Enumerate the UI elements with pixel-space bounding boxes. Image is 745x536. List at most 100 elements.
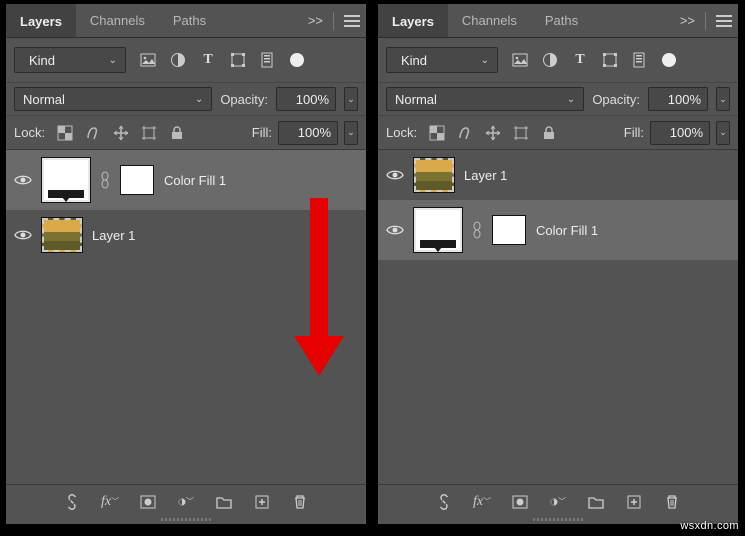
layer-row[interactable]: Layer 1	[6, 210, 366, 260]
layer-row[interactable]: Color Fill 1	[6, 150, 366, 210]
filter-adjust-icon[interactable]	[170, 52, 186, 68]
blend-mode-label: Normal	[395, 92, 437, 107]
panel-menu-icon[interactable]	[716, 15, 732, 27]
fill-stepper[interactable]: ⌄	[716, 121, 730, 145]
filter-toggle-icon[interactable]	[290, 53, 304, 67]
filter-kind-dropdown[interactable]: Kind ⌄	[386, 47, 498, 73]
layer-thumbnail[interactable]	[414, 158, 454, 192]
collapse-button[interactable]: >>	[308, 13, 323, 28]
chevron-down-icon: ⌄	[195, 94, 203, 105]
blend-mode-dropdown[interactable]: Normal ⌄	[386, 87, 584, 111]
layer-thumbnail[interactable]	[42, 218, 82, 252]
lock-all-icon[interactable]	[541, 125, 557, 141]
filter-smart-icon[interactable]	[260, 52, 276, 68]
new-layer-icon[interactable]	[254, 494, 270, 510]
panel-tabs: Layers Channels Paths >>	[378, 4, 738, 38]
link-mask-icon[interactable]	[472, 219, 482, 241]
panel-menu-icon[interactable]	[344, 15, 360, 27]
opacity-field[interactable]: 100%	[648, 87, 708, 111]
chevron-down-icon: ⌄	[109, 55, 117, 66]
lock-position-icon[interactable]	[485, 125, 501, 141]
visibility-toggle-icon[interactable]	[386, 166, 404, 184]
link-mask-icon[interactable]	[100, 169, 110, 191]
new-group-icon[interactable]	[216, 494, 232, 510]
layer-name[interactable]: Color Fill 1	[164, 173, 226, 188]
lock-label: Lock:	[14, 125, 45, 140]
layer-mask-thumbnail[interactable]	[492, 215, 526, 245]
tab-paths[interactable]: Paths	[531, 4, 592, 37]
add-mask-icon[interactable]	[512, 494, 528, 510]
new-group-icon[interactable]	[588, 494, 604, 510]
blend-row: Normal ⌄ Opacity: 100% ⌄	[6, 82, 366, 116]
opacity-field[interactable]: 100%	[276, 87, 336, 111]
filter-toggle-icon[interactable]	[662, 53, 676, 67]
layer-effects-icon[interactable]: fx﹀	[474, 494, 490, 510]
filter-pixel-icon[interactable]	[512, 52, 528, 68]
visibility-toggle-icon[interactable]	[14, 171, 32, 189]
new-layer-icon[interactable]	[626, 494, 642, 510]
layer-row[interactable]: Color Fill 1	[378, 200, 738, 260]
tab-paths[interactable]: Paths	[159, 4, 220, 37]
filter-kind-label: Kind	[401, 53, 427, 68]
filter-kind-dropdown[interactable]: Kind ⌄	[14, 47, 126, 73]
filter-smart-icon[interactable]	[632, 52, 648, 68]
fill-field[interactable]: 100%	[650, 121, 710, 145]
visibility-toggle-icon[interactable]	[14, 226, 32, 244]
filter-type-icon[interactable]: T	[200, 52, 216, 68]
layer-thumbnail[interactable]	[414, 208, 462, 252]
lock-image-icon[interactable]	[457, 125, 473, 141]
add-mask-icon[interactable]	[140, 494, 156, 510]
layer-name[interactable]: Layer 1	[92, 228, 135, 243]
layer-mask-thumbnail[interactable]	[120, 165, 154, 195]
blend-row: Normal ⌄ Opacity: 100% ⌄	[378, 82, 738, 116]
fill-field[interactable]: 100%	[278, 121, 338, 145]
lock-all-icon[interactable]	[169, 125, 185, 141]
visibility-toggle-icon[interactable]	[386, 221, 404, 239]
layer-thumbnail[interactable]	[42, 158, 90, 202]
lock-position-icon[interactable]	[113, 125, 129, 141]
delete-layer-icon[interactable]	[664, 494, 680, 510]
layer-effects-icon[interactable]: fx﹀	[102, 494, 118, 510]
filter-row: Kind ⌄ T	[6, 38, 366, 82]
delete-layer-icon[interactable]	[292, 494, 308, 510]
opacity-stepper[interactable]: ⌄	[344, 87, 358, 111]
tab-channels[interactable]: Channels	[448, 4, 531, 37]
filter-adjust-icon[interactable]	[542, 52, 558, 68]
link-layers-icon[interactable]	[64, 494, 80, 510]
filter-shape-icon[interactable]	[602, 52, 618, 68]
fill-label: Fill:	[252, 125, 272, 140]
lock-transparent-icon[interactable]	[429, 125, 445, 141]
layers-panel-left: Layers Channels Paths >> Kind ⌄ T	[6, 4, 366, 524]
chevron-down-icon: ⌄	[481, 55, 489, 66]
resize-grip[interactable]	[6, 518, 366, 524]
lock-row: Lock: Fill: 100% ⌄	[378, 116, 738, 150]
tab-layers[interactable]: Layers	[378, 4, 448, 37]
lock-image-icon[interactable]	[85, 125, 101, 141]
layers-toolbar: fx﹀ ﹀	[378, 484, 738, 518]
filter-row: Kind ⌄ T	[378, 38, 738, 82]
adjustment-layer-icon[interactable]: ﹀	[178, 494, 194, 510]
filter-kind-label: Kind	[29, 53, 55, 68]
filter-type-icon[interactable]: T	[572, 52, 588, 68]
layer-name[interactable]: Layer 1	[464, 168, 507, 183]
panel-body: Kind ⌄ T Normal ⌄ Opacity: 100% ⌄ Lock:	[378, 38, 738, 524]
lock-transparent-icon[interactable]	[57, 125, 73, 141]
opacity-stepper[interactable]: ⌄	[716, 87, 730, 111]
adjustment-layer-icon[interactable]: ﹀	[550, 494, 566, 510]
filter-pixel-icon[interactable]	[140, 52, 156, 68]
collapse-button[interactable]: >>	[680, 13, 695, 28]
blend-mode-label: Normal	[23, 92, 65, 107]
layer-name[interactable]: Color Fill 1	[536, 223, 598, 238]
filter-shape-icon[interactable]	[230, 52, 246, 68]
blend-mode-dropdown[interactable]: Normal ⌄	[14, 87, 212, 111]
lock-artboard-icon[interactable]	[141, 125, 157, 141]
link-layers-icon[interactable]	[436, 494, 452, 510]
tab-channels[interactable]: Channels	[76, 4, 159, 37]
layers-list: Color Fill 1 Layer 1	[6, 150, 366, 484]
layers-toolbar: fx﹀ ﹀	[6, 484, 366, 518]
lock-artboard-icon[interactable]	[513, 125, 529, 141]
tab-layers[interactable]: Layers	[6, 4, 76, 37]
layer-row[interactable]: Layer 1	[378, 150, 738, 200]
fill-stepper[interactable]: ⌄	[344, 121, 358, 145]
watermark: wsxdn.com	[680, 520, 739, 532]
